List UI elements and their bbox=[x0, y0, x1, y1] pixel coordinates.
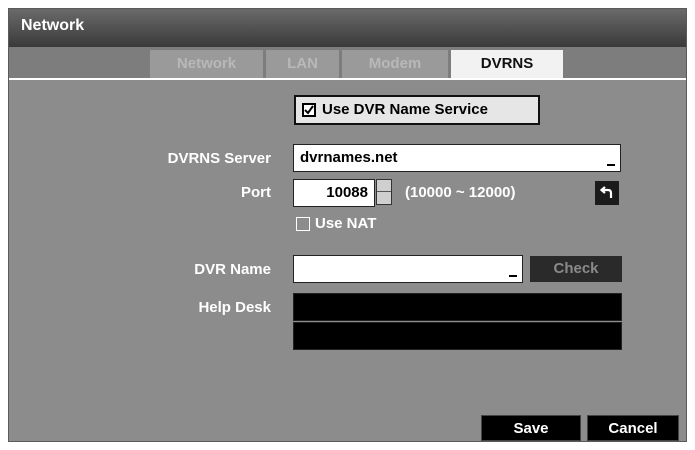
help-desk-line-1 bbox=[293, 293, 622, 321]
port-value: 10088 bbox=[326, 184, 368, 201]
port-label: Port bbox=[241, 184, 271, 201]
use-nat-label: Use NAT bbox=[315, 215, 377, 232]
tab-dvrns[interactable]: DVRNS bbox=[451, 50, 563, 78]
text-cursor bbox=[607, 164, 615, 166]
tab-network[interactable]: Network bbox=[150, 50, 263, 78]
network-dialog: Network Network LAN Modem DVRNS Use DVR … bbox=[8, 8, 687, 442]
help-desk-label: Help Desk bbox=[198, 299, 271, 316]
undo-arrow-icon bbox=[599, 186, 613, 198]
use-dvrns-checkbox[interactable] bbox=[302, 103, 316, 117]
port-spinner[interactable] bbox=[376, 179, 392, 205]
use-dvrns-toggle[interactable]: Use DVR Name Service bbox=[294, 95, 540, 125]
tab-modem[interactable]: Modem bbox=[342, 50, 448, 78]
use-dvrns-label: Use DVR Name Service bbox=[322, 101, 488, 118]
port-input[interactable]: 10088 bbox=[293, 179, 375, 207]
tab-lan[interactable]: LAN bbox=[266, 50, 339, 78]
title-bar: Network bbox=[9, 9, 686, 47]
help-desk-line-2 bbox=[293, 322, 622, 350]
dvr-name-label: DVR Name bbox=[194, 261, 271, 278]
port-range: (10000 ~ 12000) bbox=[405, 184, 516, 201]
undo-button[interactable] bbox=[595, 181, 619, 205]
text-cursor bbox=[509, 275, 517, 277]
save-button[interactable]: Save bbox=[481, 415, 581, 441]
dvrns-server-label: DVRNS Server bbox=[167, 150, 271, 167]
spin-down-icon[interactable] bbox=[377, 192, 391, 204]
check-button[interactable]: Check bbox=[530, 256, 622, 282]
dvrns-server-value: dvrnames.net bbox=[300, 149, 398, 166]
checkmark-icon bbox=[304, 105, 314, 115]
tab-strip: Network LAN Modem DVRNS bbox=[9, 47, 686, 80]
use-nat-checkbox[interactable] bbox=[296, 217, 310, 231]
cancel-button[interactable]: Cancel bbox=[587, 415, 679, 441]
dvrns-server-input[interactable]: dvrnames.net bbox=[293, 144, 621, 172]
spin-up-icon[interactable] bbox=[377, 180, 391, 192]
dvr-name-input[interactable] bbox=[293, 255, 523, 283]
dialog-title: Network bbox=[21, 17, 85, 34]
